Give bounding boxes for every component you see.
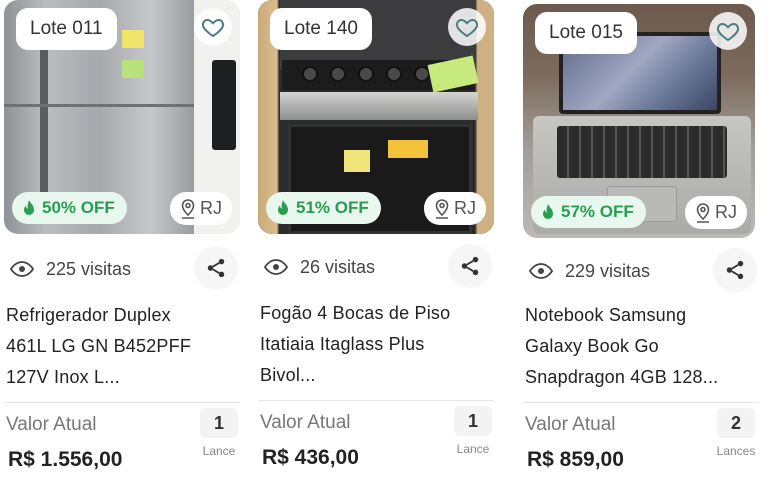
- visits-count: 225 visitas: [46, 258, 132, 279]
- share-icon: [207, 258, 225, 278]
- eye-icon: [264, 259, 288, 275]
- lot-badge: Lote 015: [535, 12, 637, 54]
- location-text: RJ: [200, 198, 222, 218]
- visits-count: 229 visitas: [565, 260, 651, 281]
- meta-row: 229 visitas: [523, 246, 759, 296]
- current-price: R$ 1.556,00: [8, 448, 123, 471]
- visits-count: 26 visitas: [300, 256, 376, 277]
- meta-row: 26 visitas: [258, 242, 494, 292]
- bids-counter: 2 Lances: [713, 408, 759, 458]
- product-title[interactable]: Refrigerador Duplex 461L LG GN B452PFF 1…: [6, 300, 238, 393]
- favorite-button[interactable]: [448, 8, 486, 46]
- bids-counter: 1 Lance: [196, 408, 242, 458]
- location-pin-icon: [181, 198, 195, 219]
- share-icon: [726, 260, 744, 280]
- lot-badge: Lote 011: [16, 8, 117, 50]
- product-image[interactable]: Lote 140 51% OFF RJ: [258, 0, 494, 234]
- bids-label: Lance: [202, 444, 236, 458]
- current-price: R$ 859,00: [527, 448, 624, 471]
- favorite-button[interactable]: [194, 8, 232, 46]
- location-text: RJ: [454, 198, 476, 218]
- favorite-button[interactable]: [709, 12, 747, 50]
- location-badge: RJ: [685, 196, 747, 229]
- discount-badge: 50% OFF: [12, 192, 127, 224]
- discount-text: 51% OFF: [296, 198, 369, 217]
- heart-icon: [716, 22, 740, 42]
- price-label: Valor Atual: [525, 414, 616, 435]
- location-badge: RJ: [170, 192, 232, 225]
- bids-counter: 1 Lance: [450, 406, 496, 456]
- location-pin-icon: [696, 202, 710, 223]
- bids-count: 1: [200, 408, 238, 438]
- discount-badge: 51% OFF: [266, 192, 381, 224]
- product-card[interactable]: Lote 011 50% OFF RJ 225 visitas Refriger…: [4, 0, 242, 494]
- product-card[interactable]: Lote 140 51% OFF RJ 26 visitas Fogão 4 B…: [258, 0, 496, 494]
- location-badge: RJ: [424, 192, 486, 225]
- meta-row: 225 visitas: [4, 244, 240, 294]
- eye-icon: [529, 263, 553, 279]
- share-button[interactable]: [448, 244, 492, 288]
- heart-icon: [201, 18, 225, 38]
- divider: [258, 400, 494, 401]
- product-card[interactable]: Lote 015 57% OFF RJ 229 visitas Notebook…: [523, 0, 759, 494]
- location-pin-icon: [435, 198, 449, 219]
- bids-label: Lance: [456, 442, 490, 456]
- share-button[interactable]: [194, 246, 238, 290]
- product-title[interactable]: Notebook Samsung Galaxy Book Go Snapdrag…: [525, 300, 757, 393]
- fire-icon: [24, 200, 34, 215]
- price-label: Valor Atual: [6, 414, 97, 435]
- discount-text: 50% OFF: [42, 198, 115, 217]
- fire-icon: [543, 204, 553, 219]
- discount-text: 57% OFF: [561, 202, 634, 221]
- price-label: Valor Atual: [260, 412, 351, 433]
- fire-icon: [278, 200, 288, 215]
- divider: [523, 402, 759, 403]
- divider: [4, 402, 240, 403]
- discount-badge: 57% OFF: [531, 196, 646, 228]
- location-text: RJ: [715, 202, 737, 222]
- share-icon: [461, 256, 479, 276]
- heart-icon: [455, 18, 479, 38]
- bids-label: Lances: [716, 444, 756, 458]
- current-price: R$ 436,00: [262, 446, 359, 469]
- share-button[interactable]: [713, 248, 757, 292]
- product-title[interactable]: Fogão 4 Bocas de Piso Itatiaia Itaglass …: [260, 298, 492, 391]
- product-image[interactable]: Lote 015 57% OFF RJ: [523, 4, 755, 238]
- lot-badge: Lote 140: [270, 8, 372, 50]
- bids-count: 1: [454, 406, 492, 436]
- bids-count: 2: [717, 408, 755, 438]
- product-image[interactable]: Lote 011 50% OFF RJ: [4, 0, 240, 234]
- eye-icon: [10, 261, 34, 277]
